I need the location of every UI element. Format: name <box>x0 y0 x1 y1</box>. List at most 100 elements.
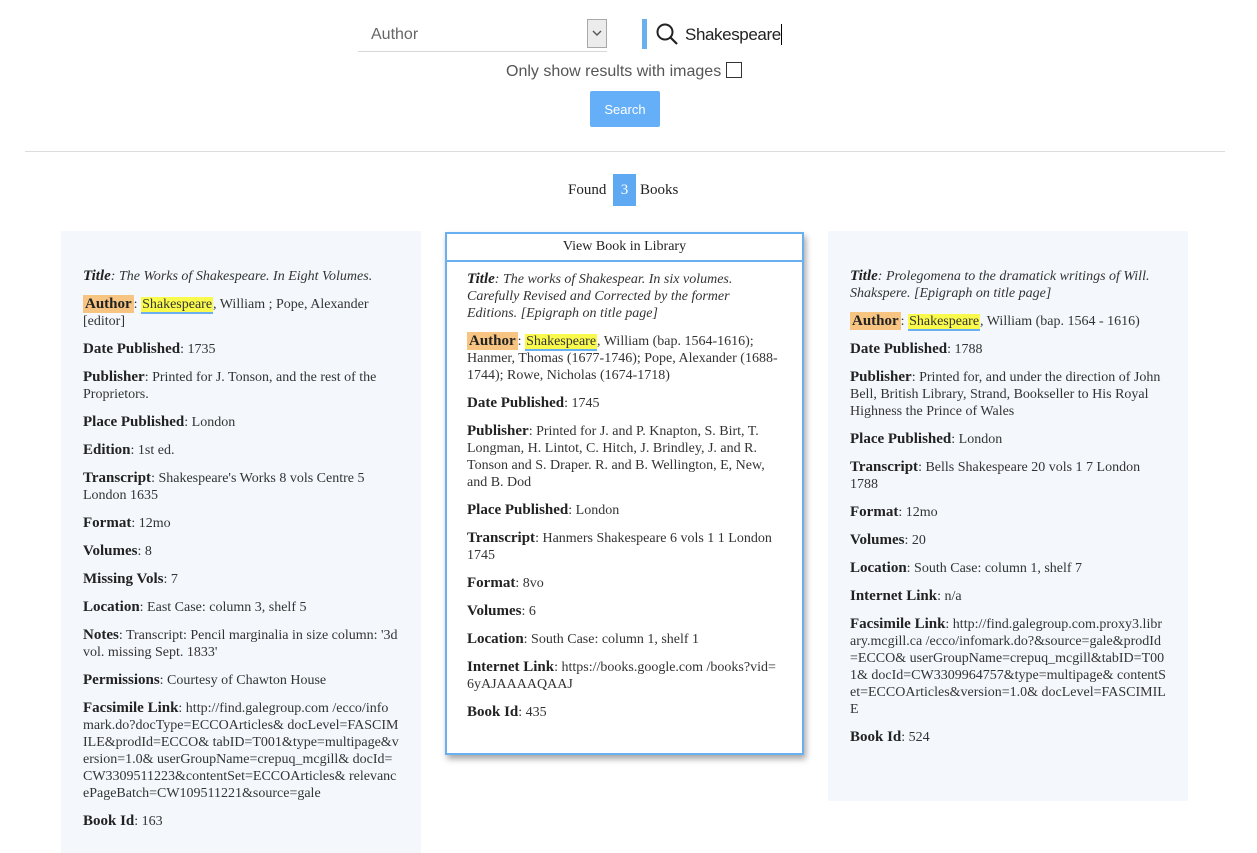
field-label: Publisher <box>850 369 912 385</box>
book-field: Volumes: 8 <box>83 543 399 560</box>
book-field: Internet Link: n/a <box>850 588 1166 605</box>
divider <box>25 151 1225 152</box>
chevron-down-icon <box>592 30 602 36</box>
field-label: Facsimile Link <box>850 616 946 632</box>
book-field: Permissions: Courtesy of Chawton House <box>83 672 399 689</box>
book-field: Missing Vols: 7 <box>83 571 399 588</box>
field-value: : 12mo <box>898 505 938 520</box>
search-form: Author Only show results with images Sea… <box>0 0 1257 152</box>
book-field: Book Id: 524 <box>850 729 1166 746</box>
field-label: Publisher <box>83 369 145 385</box>
search-button[interactable]: Search <box>590 91 660 127</box>
field-value: : South Case: column 1, shelf 1 <box>523 632 700 647</box>
book-field: Transcript: Bells Shakespeare 20 vols 1 … <box>850 459 1166 493</box>
book-title: Title: The Works of Shakespeare. In Eigh… <box>83 268 399 285</box>
book-field: Internet Link: https://books.google.com … <box>467 659 782 693</box>
field-value: : South Case: column 1, shelf 7 <box>906 561 1083 576</box>
book-field: Location: South Case: column 1, shelf 7 <box>850 560 1166 577</box>
book-field: Book Id: 435 <box>467 704 782 721</box>
field-value: : http://find.galegroup.com.proxy3.libra… <box>850 617 1166 717</box>
field-label: Permissions <box>83 672 160 688</box>
found-prefix: Found <box>568 182 607 198</box>
author-rest: , William (bap. 1564 - 1616) <box>980 314 1140 329</box>
field-label: Volumes <box>467 603 522 619</box>
book-field: Format: 12mo <box>850 504 1166 521</box>
book-field: Volumes: 6 <box>467 603 782 620</box>
field-label: Notes <box>83 627 119 643</box>
book-field: Location: South Case: column 1, shelf 1 <box>467 631 782 648</box>
search-field-select[interactable]: Author <box>358 19 607 52</box>
book-field: Place Published: London <box>850 431 1166 448</box>
field-value: : East Case: column 3, shelf 5 <box>139 600 307 615</box>
book-card[interactable]: Title: Prolegomena to the dramatick writ… <box>828 231 1188 801</box>
book-card-selected[interactable]: View Book in Library Title: The works of… <box>445 232 804 755</box>
field-label: Date Published <box>83 341 181 357</box>
book-field: Publisher: Printed for J. and P. Knapton… <box>467 423 782 491</box>
field-value: : The works of Shakespear. In six volume… <box>467 272 733 321</box>
book-author: Author: Shakespeare, William ; Pope, Ale… <box>83 295 399 330</box>
field-value: : Prolegomena to the dramatick writings … <box>850 269 1150 301</box>
book-field: Transcript: Shakespeare's Works 8 vols C… <box>83 470 399 504</box>
field-label: Location <box>850 560 907 576</box>
author-match-highlight: Shakespeare <box>908 314 981 331</box>
field-label: Title <box>83 268 111 284</box>
search-field-value: Author <box>371 26 419 43</box>
author-match-highlight: Shakespeare <box>525 334 598 351</box>
field-value: : 6 <box>521 604 536 619</box>
field-label: Book Id <box>467 704 519 720</box>
book-field: Date Published: 1735 <box>83 341 399 358</box>
book-author: Author: Shakespeare, William (bap. 1564-… <box>467 332 782 384</box>
book-field: Facsimile Link: http://find.galegroup.co… <box>83 700 399 802</box>
book-field: Edition: 1st ed. <box>83 442 399 459</box>
field-label: Location <box>467 631 524 647</box>
field-label: Volumes <box>83 543 138 559</box>
author-separator: : <box>900 314 909 329</box>
author-separator: : <box>517 334 526 349</box>
author-match-highlight: Shakespeare <box>141 297 214 314</box>
field-value: : 163 <box>134 814 163 829</box>
field-label: Place Published <box>850 431 952 447</box>
book-field: Publisher: Printed for, and under the di… <box>850 369 1166 420</box>
text-caret <box>781 24 782 45</box>
view-book-button[interactable]: View Book in Library <box>447 234 802 262</box>
field-label: Internet Link <box>850 588 938 604</box>
images-only-checkbox[interactable] <box>726 62 742 78</box>
field-label: Location <box>83 599 140 615</box>
field-value: : 8 <box>137 544 152 559</box>
field-label: Transcript <box>83 470 152 486</box>
field-label: Facsimile Link <box>83 700 179 716</box>
author-label: Author <box>850 312 901 330</box>
dropdown-arrow-button[interactable] <box>587 19 607 48</box>
book-field: Facsimile Link: http://find.galegroup.co… <box>850 616 1166 718</box>
field-label: Format <box>467 575 516 591</box>
field-label: Missing Vols <box>83 571 164 587</box>
field-label: Title <box>467 271 495 287</box>
field-label: Date Published <box>850 341 948 357</box>
field-label: Book Id <box>83 813 135 829</box>
book-field: Format: 8vo <box>467 575 782 592</box>
found-suffix: Books <box>640 182 679 198</box>
author-label: Author <box>83 295 134 313</box>
field-label: Place Published <box>83 414 185 430</box>
book-field: Book Id: 163 <box>83 813 399 830</box>
field-label: Transcript <box>850 459 919 475</box>
field-value: : 20 <box>904 533 926 548</box>
field-label: Place Published <box>467 502 569 518</box>
book-field: Volumes: 20 <box>850 532 1166 549</box>
book-field: Publisher: Printed for J. Tonson, and th… <box>83 369 399 403</box>
book-field: Place Published: London <box>467 502 782 519</box>
book-author: Author: Shakespeare, William (bap. 1564 … <box>850 312 1166 331</box>
field-value: : 1745 <box>564 396 600 411</box>
book-card[interactable]: Title: The Works of Shakespeare. In Eigh… <box>61 231 421 853</box>
field-value: : London <box>184 415 236 430</box>
book-title: Title: The works of Shakespear. In six v… <box>467 271 782 322</box>
book-title: Title: Prolegomena to the dramatick writ… <box>850 268 1166 302</box>
search-icon <box>656 23 678 45</box>
field-value: : 8vo <box>515 576 544 591</box>
book-field: Transcript: Hanmers Shakespeare 6 vols 1… <box>467 530 782 564</box>
search-input[interactable] <box>685 22 885 48</box>
field-label: Publisher <box>467 423 529 439</box>
field-label: Edition <box>83 442 131 458</box>
field-value: : Courtesy of Chawton House <box>159 673 327 688</box>
book-field: Date Published: 1788 <box>850 341 1166 358</box>
